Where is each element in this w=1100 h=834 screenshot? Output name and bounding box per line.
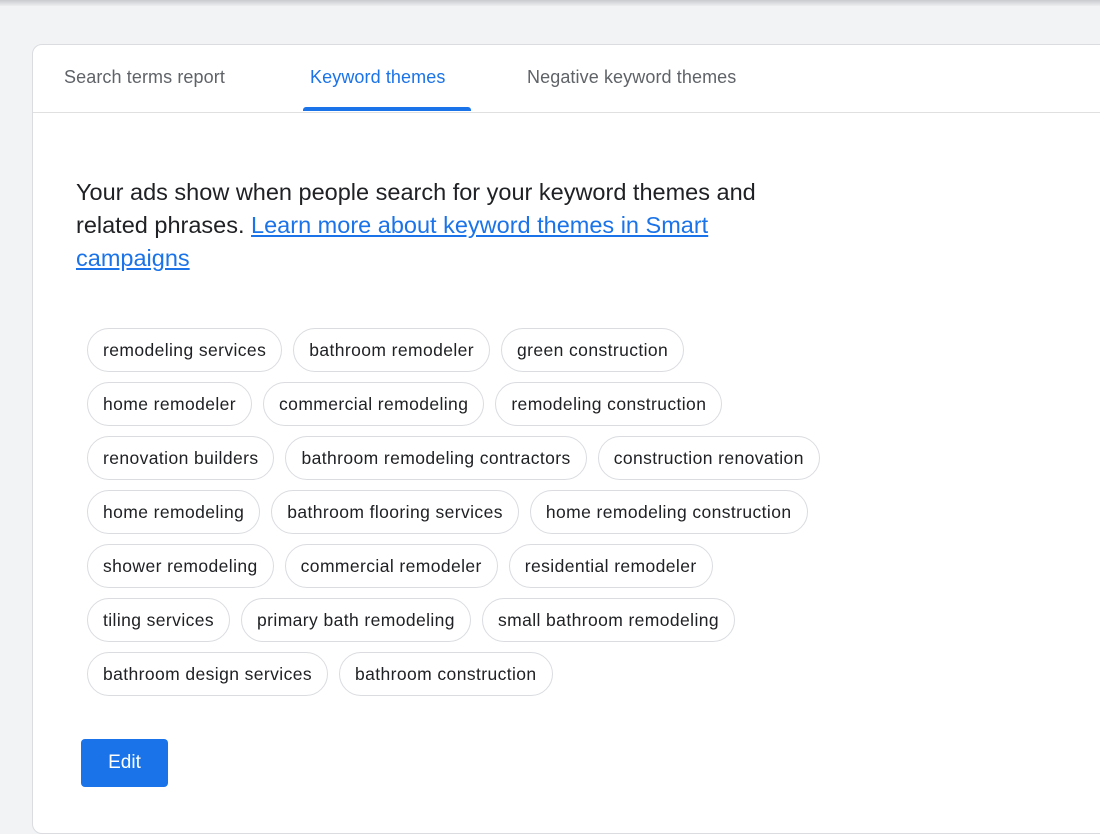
keyword-theme-row: renovation builders bathroom remodeling c… <box>87 436 907 480</box>
keyword-theme-chips: remodeling services bathroom remodeler gre… <box>87 328 907 706</box>
keyword-theme-chip: construction renovation <box>597 436 820 480</box>
keyword-themes-card: Search terms report Keyword themes Negat… <box>32 44 1100 834</box>
keyword-theme-row: home remodeler commercial remodeling remod… <box>87 382 907 426</box>
keyword-theme-chip: commercial remodeling <box>263 382 485 426</box>
keyword-theme-chip: bathroom construction <box>339 652 553 696</box>
keyword-theme-chip: small bathroom remodeling <box>481 598 736 642</box>
keyword-theme-row: home remodeling bathroom flooring service… <box>87 490 907 534</box>
keyword-theme-chip: remodeling services <box>87 328 283 372</box>
keyword-theme-chip: bathroom remodeler <box>293 328 491 372</box>
keyword-theme-chip: bathroom remodeling contractors <box>285 436 587 480</box>
keyword-theme-row: shower remodeling commercial remodeler res… <box>87 544 907 588</box>
active-tab-indicator <box>303 107 471 111</box>
keyword-theme-chip: commercial remodeler <box>284 544 498 588</box>
keyword-theme-chip: shower remodeling <box>87 544 274 588</box>
keyword-theme-chip: renovation builders <box>87 436 275 480</box>
tab-keyword-themes[interactable]: Keyword themes <box>310 67 445 88</box>
keyword-theme-chip: home remodeling <box>87 490 261 534</box>
keyword-theme-chip: home remodeling construction <box>529 490 808 534</box>
keyword-theme-row: bathroom design services bathroom constru… <box>87 652 907 696</box>
tab-bar: Search terms report Keyword themes Negat… <box>33 45 1100 113</box>
tab-search-terms-report[interactable]: Search terms report <box>64 67 225 88</box>
keyword-theme-chip: primary bath remodeling <box>241 598 471 642</box>
keyword-theme-chip: green construction <box>501 328 685 372</box>
window-top-border <box>0 0 1100 6</box>
keyword-theme-chip: bathroom design services <box>87 652 329 696</box>
keyword-theme-chip: home remodeler <box>87 382 253 426</box>
keyword-theme-chip: bathroom flooring services <box>271 490 519 534</box>
keyword-theme-row: remodeling services bathroom remodeler gre… <box>87 328 907 372</box>
keyword-theme-chip: residential remodeler <box>508 544 713 588</box>
keyword-theme-chip: tiling services <box>87 598 231 642</box>
tab-negative-keyword-themes[interactable]: Negative keyword themes <box>527 67 736 88</box>
keyword-theme-row: tiling services primary bath remodeling sm… <box>87 598 907 642</box>
keyword-themes-description: Your ads show when people search for you… <box>76 176 776 275</box>
edit-button[interactable]: Edit <box>81 739 168 787</box>
keyword-theme-chip: remodeling construction <box>495 382 723 426</box>
